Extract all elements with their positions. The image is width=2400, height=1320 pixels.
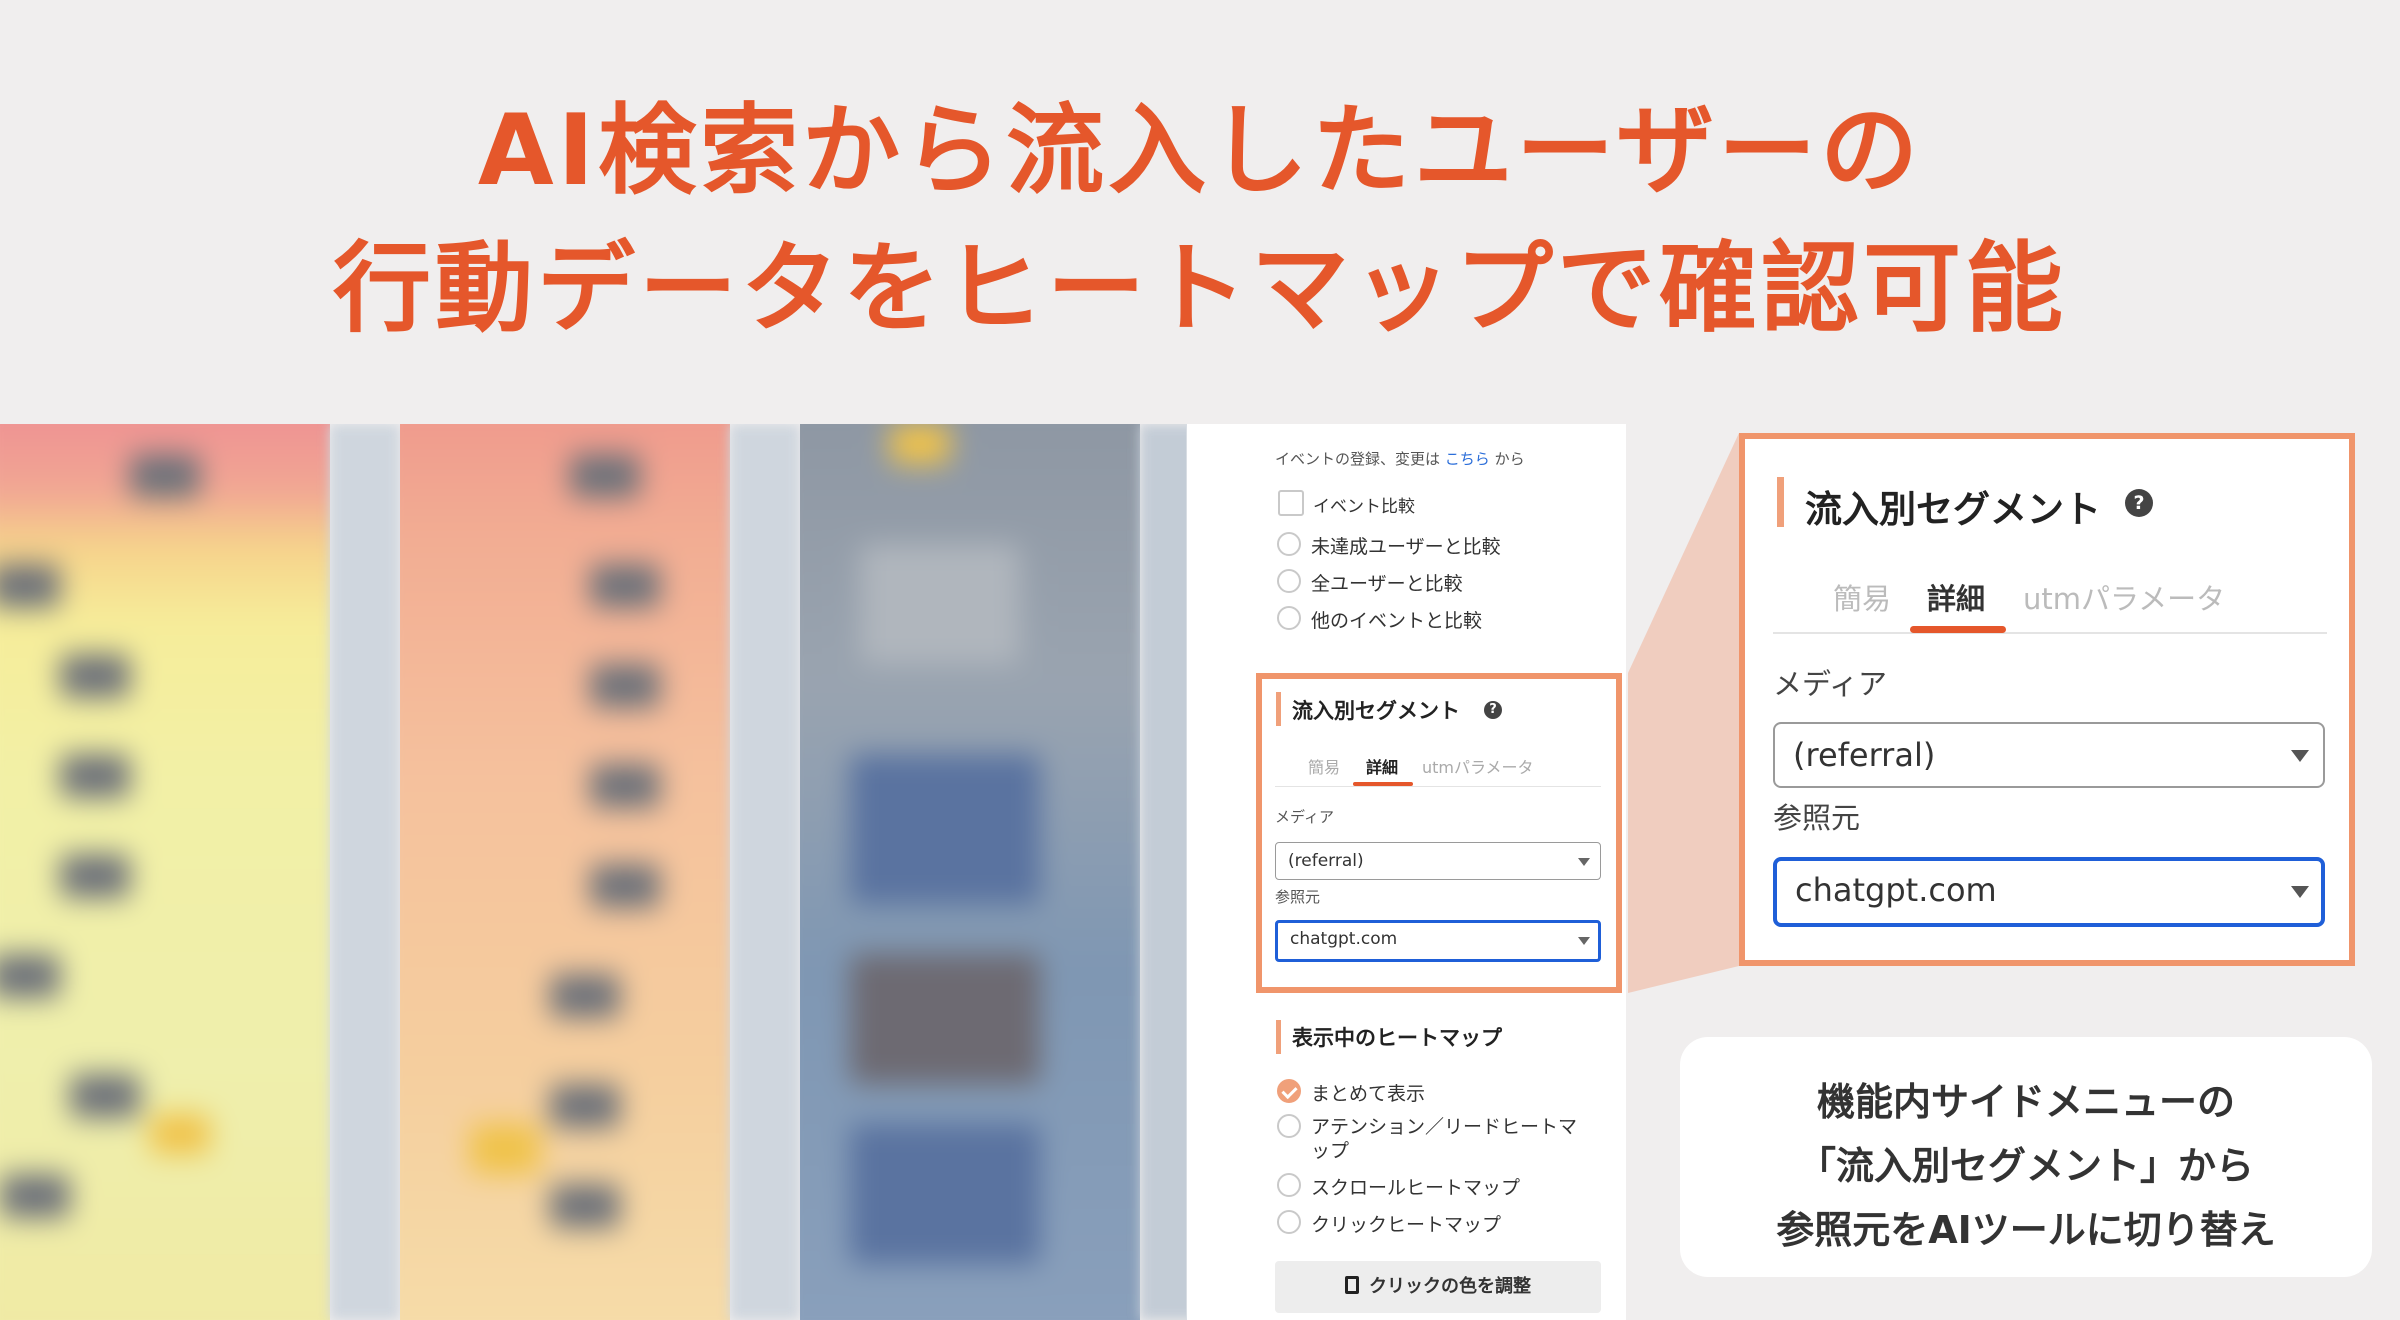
zoom-tab-simple[interactable]: 簡易 [1833, 576, 1891, 618]
zoom-tab-utm[interactable]: utmパラメータ [2023, 576, 2225, 618]
segment-tab-detail[interactable]: 詳細 [1366, 754, 1398, 778]
segment-tab-utm[interactable]: utmパラメータ [1422, 754, 1534, 778]
caption-line-3: 参照元をAIツールに切り替え [1776, 1208, 2276, 1252]
heatmap-column-3 [800, 424, 1140, 1320]
media-select[interactable]: (referral) [1275, 842, 1601, 880]
heatmap-preview-blurred [0, 424, 1240, 1320]
event-settings-note: イベントの登録、変更は こちら から [1275, 450, 1525, 468]
heatmap-label-attention-2: ップ [1311, 1140, 1350, 1162]
zoom-media-select[interactable]: (referral) [1773, 722, 2325, 788]
paint-roller-icon [1345, 1276, 1359, 1294]
caption-line-1: 機能内サイドメニューの [1816, 1080, 2235, 1124]
compare-radio-all-users[interactable] [1277, 569, 1301, 593]
headline-line-1: AI検索から流入したユーザーの [477, 94, 1923, 208]
zoom-tab-detail[interactable]: 詳細 [1927, 576, 1985, 618]
segment-section-title: 流入別セグメント [1292, 699, 1460, 723]
heatmap-section-title: 表示中のヒートマップ [1292, 1026, 1502, 1050]
event-compare-checkbox[interactable] [1278, 490, 1304, 516]
heatmap-radio-click[interactable] [1277, 1210, 1301, 1234]
referrer-select[interactable]: chatgpt.com [1275, 920, 1601, 962]
compare-radio-unachieved[interactable] [1277, 532, 1301, 556]
chevron-down-icon [1578, 937, 1590, 945]
caption-bubble: 機能内サイドメニューの 「流入別セグメント」から 参照元をAIツールに切り替え [1680, 1037, 2372, 1277]
caption-line-2: 「流入別セグメント」から [1797, 1144, 2254, 1188]
zoom-referrer-select[interactable]: chatgpt.com [1773, 857, 2325, 927]
heatmap-radio-attention[interactable] [1277, 1114, 1301, 1138]
compare-label-unachieved: 未達成ユーザーと比較 [1311, 536, 1501, 558]
headline-line-2: 行動データをヒートマップで確認可能 [332, 232, 2067, 346]
compare-label-other-event: 他のイベントと比較 [1311, 610, 1483, 632]
zoom-tab-indicator [1910, 626, 2006, 633]
heatmap-radio-combined[interactable] [1277, 1079, 1301, 1103]
question-circle-icon[interactable]: ? [1484, 701, 1502, 719]
heatmap-column-2 [400, 424, 730, 1320]
adjust-click-color-label: クリックの色を調整 [1369, 1276, 1531, 1297]
zoom-media-label: メディア [1773, 667, 1887, 701]
media-label: メディア [1275, 808, 1334, 826]
zoom-segment-title: 流入別セグメント [1805, 488, 2101, 531]
chevron-down-icon [1578, 858, 1590, 866]
heatmap-column-1 [0, 424, 330, 1320]
heatmap-label-attention-1: アテンション／リードヒートマ [1311, 1116, 1578, 1138]
adjust-click-color-button[interactable]: クリックの色を調整 [1275, 1261, 1601, 1313]
compare-radio-other-event[interactable] [1277, 606, 1301, 630]
zoom-referrer-label: 参照元 [1773, 801, 1861, 835]
heatmap-label-scroll: スクロールヒートマップ [1311, 1177, 1521, 1199]
heatmap-label-combined: まとめて表示 [1311, 1083, 1426, 1105]
chevron-down-icon [2291, 750, 2309, 762]
chevron-down-icon [2291, 886, 2309, 898]
segment-zoom-card: 流入別セグメント ? 簡易 詳細 utmパラメータ メディア (referral… [1739, 433, 2355, 966]
segment-tab-simple[interactable]: 簡易 [1308, 754, 1340, 778]
referrer-label: 参照元 [1275, 888, 1321, 906]
event-settings-link[interactable]: こちら [1445, 450, 1490, 468]
question-circle-icon[interactable]: ? [2125, 489, 2153, 517]
event-compare-label: イベント比較 [1313, 497, 1415, 517]
heatmap-label-click: クリックヒートマップ [1311, 1214, 1502, 1236]
heatmap-radio-scroll[interactable] [1277, 1173, 1301, 1197]
compare-label-all-users: 全ユーザーと比較 [1311, 573, 1463, 595]
